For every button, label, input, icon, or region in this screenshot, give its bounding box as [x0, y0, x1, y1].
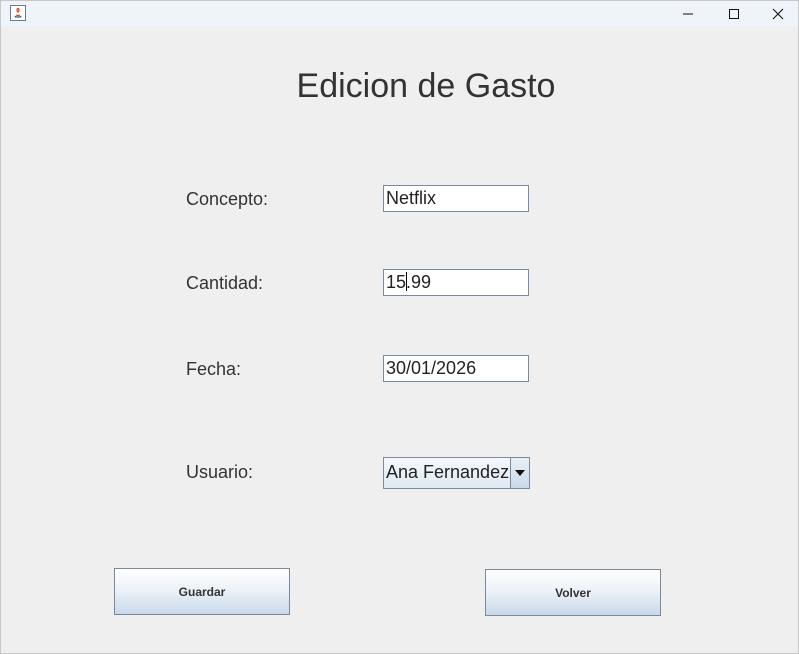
cantidad-label: Cantidad: [186, 273, 264, 293]
usuario-select[interactable]: Ana Fernandez [383, 457, 530, 489]
usuario-label: Usuario: [186, 462, 254, 482]
maximize-icon [729, 9, 739, 19]
page-title: Edicion de Gasto [296, 67, 556, 105]
concepto-label: Concepto: [186, 189, 269, 209]
cantidad-value-after-caret: .99 [406, 272, 432, 292]
minimize-button[interactable] [665, 1, 711, 27]
guardar-button[interactable]: Guardar [114, 568, 290, 615]
maximize-button[interactable] [711, 1, 757, 27]
fecha-input[interactable]: 30/01/2026 [383, 355, 529, 382]
volver-button[interactable]: Volver [485, 569, 661, 616]
cantidad-input[interactable]: 15.99 [383, 269, 529, 296]
cantidad-value-before-caret: 15 [386, 272, 407, 292]
usuario-selected-value: Ana Fernandez [386, 462, 510, 482]
concepto-value: Netflix [386, 188, 437, 208]
fecha-value: 30/01/2026 [386, 358, 477, 378]
chevron-down-icon [515, 470, 525, 476]
app-window: Edicion de Gasto Concepto: Netflix Canti… [0, 0, 799, 654]
fecha-label: Fecha: [186, 359, 242, 379]
title-bar[interactable] [1, 1, 798, 27]
dropdown-arrow-button[interactable] [510, 458, 529, 488]
close-icon [772, 8, 784, 20]
concepto-input[interactable]: Netflix [383, 185, 529, 212]
java-icon [10, 5, 26, 21]
minimize-icon [683, 13, 693, 15]
close-button[interactable] [755, 1, 799, 27]
